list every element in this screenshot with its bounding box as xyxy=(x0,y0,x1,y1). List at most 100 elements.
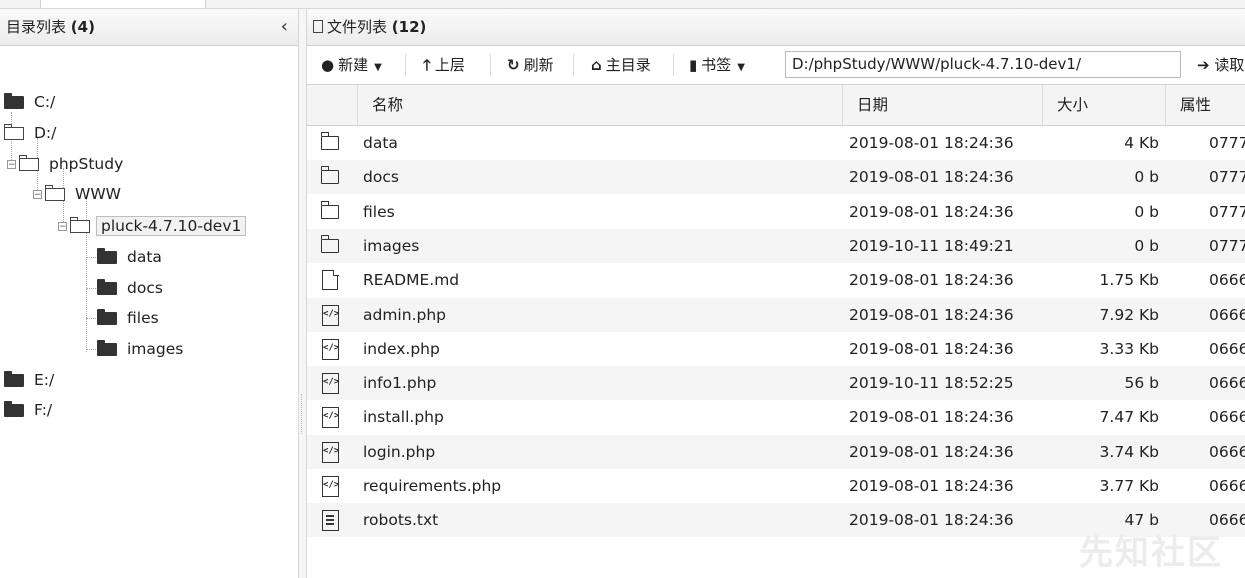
file-permissions: 0777 xyxy=(1209,134,1245,152)
file-name[interactable]: info1.php xyxy=(363,366,436,400)
file-date: 2019-08-01 18:24:36 xyxy=(849,408,1014,426)
file-panel: 文件列表 (12) ● 新建 ▼ 🡑 上层 ↻ 刷新 ⌂ 主目录 ▮ 书签 ▼ D:/phpS… xyxy=(307,9,1245,578)
file-name[interactable]: login.php xyxy=(363,435,435,469)
file-row[interactable]: files 2019-08-01 18:24:36 0 b 0777 xyxy=(307,195,1245,229)
tree-node-data[interactable]: data xyxy=(97,244,166,270)
tree-node-label: D:/ xyxy=(34,124,57,142)
active-tab[interactable] xyxy=(40,0,206,8)
collapse-toggle-icon[interactable]: − xyxy=(58,222,67,232)
column-header-attr[interactable]: 属性 xyxy=(1165,85,1245,125)
splitter-grip[interactable] xyxy=(301,394,304,434)
file-name[interactable]: files xyxy=(363,195,395,229)
file-table-header: 名称 日期 大小 属性 xyxy=(307,85,1245,126)
arrow-up-icon: 🡑 xyxy=(423,56,431,74)
file-icon xyxy=(322,269,339,290)
file-permissions: 0666 xyxy=(1209,340,1245,358)
file-name[interactable]: install.php xyxy=(363,400,444,434)
tree-node-label: files xyxy=(127,309,159,327)
tree-node-label: WWW xyxy=(75,185,121,203)
file-name[interactable]: admin.php xyxy=(363,298,446,332)
file-name[interactable]: README.md xyxy=(363,263,459,297)
file-permissions: 0777 xyxy=(1209,168,1245,186)
file-type-cell xyxy=(320,195,343,229)
caret-down-icon: ▼ xyxy=(374,62,382,73)
tree-node-label: pluck-4.7.10-dev1 xyxy=(96,216,247,236)
bookmark-button[interactable]: ▮ 书签 ▼ xyxy=(689,46,745,84)
new-button[interactable]: ● 新建 ▼ xyxy=(321,46,382,84)
file-date: 2019-08-01 18:24:36 xyxy=(849,168,1014,186)
column-header-name[interactable]: 名称 xyxy=(357,85,849,125)
tree-node-docs[interactable]: docs xyxy=(97,275,167,301)
tree-node-d-drive[interactable]: D:/ xyxy=(3,120,60,146)
home-button-label: 主目录 xyxy=(605,56,651,74)
file-type-cell: </> xyxy=(321,298,343,332)
tree-node-e-drive[interactable]: E:/ xyxy=(4,367,58,393)
file-type-cell: </> xyxy=(321,366,343,400)
code-file-icon: </> xyxy=(322,339,339,360)
toolbar-divider xyxy=(673,54,674,76)
file-panel-header: 文件列表 (12) xyxy=(307,9,1245,46)
file-permissions: 0777 xyxy=(1209,203,1245,221)
file-size: 0 b xyxy=(1134,237,1159,255)
file-name[interactable]: index.php xyxy=(363,332,440,366)
tree-connector xyxy=(86,288,96,289)
home-button[interactable]: ⌂ 主目录 xyxy=(591,46,651,84)
file-size: 0 b xyxy=(1134,203,1159,221)
read-button[interactable]: ➔ 读取 xyxy=(1197,46,1244,84)
file-row[interactable]: </> admin.php 2019-08-01 18:24:36 7.92 Kb 06… xyxy=(307,298,1245,332)
file-name[interactable]: data xyxy=(363,126,398,160)
bookmark-button-label: 书签 xyxy=(701,56,732,74)
tree-node-label: F:/ xyxy=(34,401,53,419)
tree-node-files[interactable]: files xyxy=(97,305,163,331)
file-row[interactable]: docs 2019-08-01 18:24:36 0 b 0777 xyxy=(307,160,1245,194)
tree-node-www[interactable]: − WWW xyxy=(33,181,125,207)
collapse-panel-button[interactable]: ‹ xyxy=(281,9,288,45)
column-header-date[interactable]: 日期 xyxy=(842,85,1042,125)
file-date: 2019-08-01 18:24:36 xyxy=(849,477,1014,495)
file-row[interactable]: images 2019-10-11 18:49:21 0 b 0777 xyxy=(307,229,1245,263)
file-name[interactable]: requirements.php xyxy=(363,469,501,503)
tree-node-pluck[interactable]: − pluck-4.7.10-dev1 xyxy=(58,213,247,239)
refresh-button[interactable]: ↻ 刷新 xyxy=(507,46,554,84)
column-header-size[interactable]: 大小 xyxy=(1042,85,1165,125)
new-button-label: 新建 xyxy=(338,56,369,74)
collapse-toggle-icon[interactable]: − xyxy=(33,190,42,200)
file-row[interactable]: README.md 2019-08-01 18:24:36 1.75 Kb 0666 xyxy=(307,263,1245,297)
file-date: 2019-08-01 18:24:36 xyxy=(849,306,1014,324)
path-input[interactable]: D:/phpStudy/WWW/pluck-4.7.10-dev1/ xyxy=(785,51,1181,78)
file-row[interactable]: </> login.php 2019-08-01 18:24:36 3.74 Kb 06… xyxy=(307,435,1245,469)
folder-icon xyxy=(4,93,24,109)
file-type-cell: </> xyxy=(321,332,343,366)
collapse-toggle-icon[interactable]: − xyxy=(7,160,16,170)
file-permissions: 0666 xyxy=(1209,306,1245,324)
code-file-icon: </> xyxy=(322,442,339,463)
file-row[interactable]: </> index.php 2019-08-01 18:24:36 3.33 Kb 06… xyxy=(307,332,1245,366)
file-date: 2019-08-01 18:24:36 xyxy=(849,134,1014,152)
file-date: 2019-08-01 18:24:36 xyxy=(849,340,1014,358)
file-name[interactable]: robots.txt xyxy=(363,503,438,537)
file-name[interactable]: images xyxy=(363,229,419,263)
tree-node-c-drive[interactable]: C:/ xyxy=(4,89,59,115)
code-file-icon: </> xyxy=(322,407,339,428)
file-size: 4 Kb xyxy=(1124,134,1159,152)
tree-node-images[interactable]: images xyxy=(97,336,187,362)
tree-node-f-drive[interactable]: F:/ xyxy=(4,397,56,423)
panel-splitter[interactable] xyxy=(299,9,307,578)
folder-open-icon xyxy=(69,217,90,233)
refresh-icon: ↻ xyxy=(507,56,520,74)
file-row[interactable]: </> requirements.php 2019-08-01 18:24:36 3.… xyxy=(307,469,1245,503)
tree-node-phpstudy[interactable]: − phpStudy xyxy=(7,151,127,177)
folder-icon xyxy=(97,248,117,264)
file-name[interactable]: docs xyxy=(363,160,399,194)
up-button[interactable]: 🡑 上层 xyxy=(423,46,465,84)
file-row[interactable]: </> install.php 2019-08-01 18:24:36 7.47 Kb… xyxy=(307,400,1245,434)
folder-icon xyxy=(97,279,117,295)
file-type-cell xyxy=(320,229,343,263)
file-panel-title: 文件列表 xyxy=(327,18,388,36)
code-file-icon: </> xyxy=(322,373,339,394)
file-permissions: 0666 xyxy=(1209,408,1245,426)
folder-icon xyxy=(97,309,117,325)
tree-node-label: C:/ xyxy=(34,93,56,111)
file-row[interactable]: </> info1.php 2019-10-11 18:52:25 56 b 0666 xyxy=(307,366,1245,400)
file-row[interactable]: data 2019-08-01 18:24:36 4 Kb 0777 xyxy=(307,126,1245,160)
